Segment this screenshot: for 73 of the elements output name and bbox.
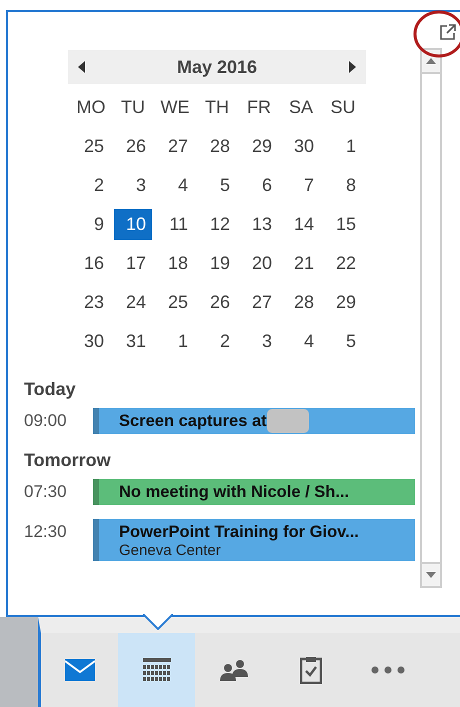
weekday-label: FR xyxy=(246,96,272,119)
weekday-label: TH xyxy=(204,96,230,119)
calendar-day[interactable]: 23 xyxy=(72,287,110,318)
calendar-day[interactable]: 31 xyxy=(114,326,152,357)
calendar-day[interactable]: 11 xyxy=(156,209,194,240)
calendar-day[interactable]: 24 xyxy=(114,287,152,318)
calendar-day[interactable]: 10 xyxy=(114,209,152,240)
calendar-day[interactable]: 2 xyxy=(198,326,236,357)
calendar-day[interactable]: 27 xyxy=(156,131,194,162)
envelope-icon xyxy=(64,659,94,681)
event-title: PowerPoint Training for Giov... xyxy=(119,522,359,542)
scroll-up-icon[interactable] xyxy=(426,58,436,64)
calendar-day[interactable]: 4 xyxy=(282,326,320,357)
calendar-day[interactable]: 25 xyxy=(72,131,110,162)
calendar-icon xyxy=(142,658,170,682)
calendar-day[interactable]: 16 xyxy=(72,248,110,279)
event-bar[interactable]: PowerPoint Training for Giov... Geneva Center xyxy=(93,519,415,561)
calendar-day[interactable]: 28 xyxy=(282,287,320,318)
month-title: May 2016 xyxy=(176,56,258,78)
calendar-day[interactable]: 5 xyxy=(198,170,236,201)
agenda-heading: Today xyxy=(24,379,77,400)
calendar-day[interactable]: 4 xyxy=(156,170,194,201)
calendar-day[interactable]: 14 xyxy=(282,209,320,240)
calendar-day[interactable]: 5 xyxy=(324,326,362,357)
next-month-icon[interactable] xyxy=(348,61,356,73)
weekday-label: SU xyxy=(329,96,356,119)
event-bar[interactable]: Screen captures at xyxy=(93,408,415,434)
calendar-day[interactable]: 22 xyxy=(324,248,362,279)
scroll-down-icon[interactable] xyxy=(426,572,436,578)
event-title: Screen captures at xyxy=(119,412,267,430)
calendar-day[interactable]: 18 xyxy=(156,248,194,279)
weekday-label: TU xyxy=(120,96,146,119)
calendar-day[interactable]: 21 xyxy=(282,248,320,279)
event-time: 07:30 xyxy=(24,481,68,502)
calendar-day[interactable]: 15 xyxy=(324,209,362,240)
event-time: 12:30 xyxy=(24,521,68,542)
calendar-day[interactable]: 12 xyxy=(198,209,236,240)
more-icon xyxy=(370,666,404,674)
weekday-label: MO xyxy=(76,96,106,119)
event-location: Geneva Center xyxy=(119,543,222,559)
agenda-heading: Tomorrow xyxy=(24,450,112,471)
pop-out-icon[interactable] xyxy=(440,24,456,40)
event-time: 09:00 xyxy=(24,410,68,431)
calendar-day[interactable]: 27 xyxy=(240,287,278,318)
calendar-day[interactable]: 3 xyxy=(240,326,278,357)
calendar-day[interactable]: 26 xyxy=(198,287,236,318)
calendar-day[interactable]: 30 xyxy=(282,131,320,162)
calendar-day[interactable]: 6 xyxy=(240,170,278,201)
calendar-day[interactable]: 3 xyxy=(114,170,152,201)
calendar-day[interactable]: 9 xyxy=(72,209,110,240)
event-bar[interactable]: No meeting with Nicole / Sh... xyxy=(93,479,415,505)
clipboard-check-icon xyxy=(300,656,322,684)
calendar-day[interactable]: 26 xyxy=(114,131,152,162)
previous-month-icon[interactable] xyxy=(78,61,86,73)
calendar-day[interactable]: 2 xyxy=(72,170,110,201)
people-icon xyxy=(220,659,248,681)
calendar-day[interactable]: 1 xyxy=(324,131,362,162)
weekday-label: WE xyxy=(160,96,190,119)
calendar-day[interactable]: 7 xyxy=(282,170,320,201)
calendar-day[interactable]: 30 xyxy=(72,326,110,357)
calendar-day[interactable]: 8 xyxy=(324,170,362,201)
calendar-day[interactable]: 28 xyxy=(198,131,236,162)
calendar-nav-button[interactable] xyxy=(118,633,195,707)
calendar-day[interactable]: 19 xyxy=(198,248,236,279)
weekday-label: SA xyxy=(288,96,314,119)
calendar-day[interactable]: 29 xyxy=(240,131,278,162)
calendar-day[interactable]: 1 xyxy=(156,326,194,357)
event-title: No meeting with Nicole / Sh... xyxy=(119,482,350,502)
calendar-day[interactable]: 20 xyxy=(240,248,278,279)
calendar-day[interactable]: 13 xyxy=(240,209,278,240)
calendar-day[interactable]: 17 xyxy=(114,248,152,279)
calendar-day[interactable]: 29 xyxy=(324,287,362,318)
calendar-day[interactable]: 25 xyxy=(156,287,194,318)
